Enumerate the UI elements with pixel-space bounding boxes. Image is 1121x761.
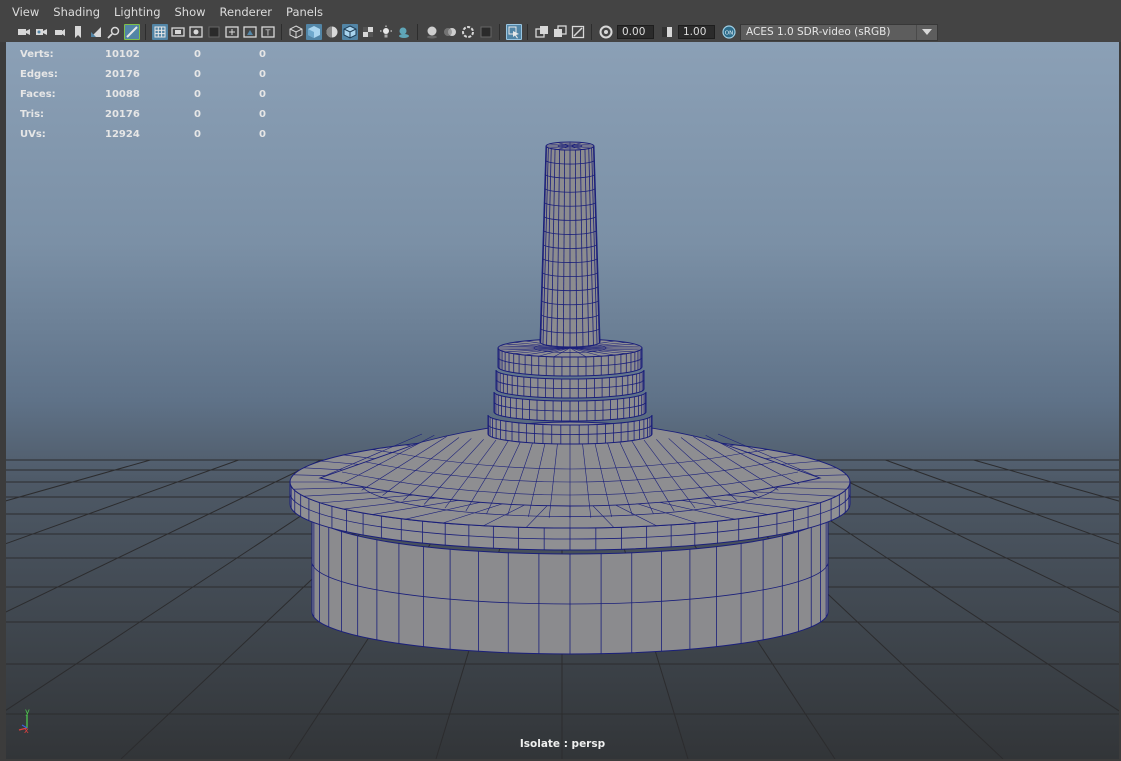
camera-lock-icon[interactable] bbox=[52, 24, 68, 40]
view-axis-icon: y x bbox=[18, 707, 30, 735]
menu-panels[interactable]: Panels bbox=[280, 5, 331, 19]
hud-value: 0 bbox=[194, 128, 201, 140]
chevron-down-icon bbox=[916, 24, 937, 40]
default-material-icon[interactable] bbox=[324, 24, 340, 40]
gate-mask-icon[interactable] bbox=[206, 24, 222, 40]
camera-attributes-icon[interactable] bbox=[34, 24, 50, 40]
anti-aliasing-icon[interactable] bbox=[460, 24, 476, 40]
mesh-model[interactable] bbox=[289, 141, 851, 655]
3d-viewport[interactable]: Verts: 10102 0 0 Edges: 20176 0 0 Faces:… bbox=[6, 42, 1119, 759]
safe-title-icon[interactable]: T bbox=[260, 24, 276, 40]
color-space-value: ACES 1.0 SDR-video (sRGB) bbox=[746, 26, 891, 38]
exposure-field[interactable]: 0.00 bbox=[617, 25, 654, 39]
resolution-gate-icon[interactable] bbox=[188, 24, 204, 40]
smooth-shade-icon[interactable] bbox=[306, 24, 322, 40]
hud-value: 0 bbox=[259, 68, 266, 80]
hud-value: 0 bbox=[259, 128, 266, 140]
grease-pencil-icon[interactable] bbox=[124, 24, 140, 40]
film-gate-icon[interactable] bbox=[170, 24, 186, 40]
hud-value: 0 bbox=[194, 88, 201, 100]
toolbar-separator bbox=[499, 24, 500, 40]
wireframe-on-shaded-icon[interactable] bbox=[342, 24, 358, 40]
hud-value: 0 bbox=[259, 88, 266, 100]
bookmark-icon[interactable] bbox=[70, 24, 86, 40]
image-plane-icon[interactable] bbox=[88, 24, 104, 40]
svg-text:T: T bbox=[265, 29, 271, 38]
gamma-field[interactable]: 1.00 bbox=[678, 25, 715, 39]
viewport-menu-bar: View Shading Lighting Show Renderer Pane… bbox=[0, 0, 1121, 24]
hud-value: 0 bbox=[259, 48, 266, 60]
grid-icon[interactable] bbox=[152, 24, 168, 40]
hud-label: Edges: bbox=[20, 68, 58, 80]
use-all-lights-icon[interactable] bbox=[378, 24, 394, 40]
menu-shading[interactable]: Shading bbox=[47, 5, 108, 19]
screen-space-ao-icon[interactable] bbox=[424, 24, 440, 40]
toolbar-separator bbox=[281, 24, 282, 40]
camera-select-icon[interactable] bbox=[16, 24, 32, 40]
toolbar-separator bbox=[417, 24, 418, 40]
hud-value: 10088 bbox=[105, 88, 140, 100]
toolbar-separator bbox=[591, 24, 592, 40]
view-transform-icon[interactable]: ON bbox=[721, 24, 737, 40]
hud-value: 20176 bbox=[105, 68, 140, 80]
axis-y-label: y bbox=[25, 707, 30, 716]
svg-text:ON: ON bbox=[725, 30, 733, 36]
viewport-scene bbox=[6, 141, 1119, 759]
hud-value: 0 bbox=[194, 108, 201, 120]
textured-icon[interactable] bbox=[360, 24, 376, 40]
xray-joints-icon[interactable] bbox=[570, 24, 586, 40]
hud-label: Faces: bbox=[20, 88, 56, 100]
xray-icon[interactable] bbox=[534, 24, 550, 40]
color-space-dropdown[interactable]: ACES 1.0 SDR-video (sRGB) bbox=[740, 23, 938, 41]
hud-label: Verts: bbox=[20, 48, 54, 60]
hud-value: 20176 bbox=[105, 108, 140, 120]
safe-action-icon[interactable] bbox=[242, 24, 258, 40]
isolate-select-icon[interactable] bbox=[506, 24, 522, 40]
menu-renderer[interactable]: Renderer bbox=[214, 5, 281, 19]
field-chart-icon[interactable] bbox=[224, 24, 240, 40]
toolbar-separator bbox=[527, 24, 528, 40]
hud-value: 0 bbox=[194, 68, 201, 80]
hud-value: 12924 bbox=[105, 128, 140, 140]
toolbar-separator bbox=[145, 24, 146, 40]
hud-value: 0 bbox=[194, 48, 201, 60]
depth-of-field-icon[interactable] bbox=[478, 24, 494, 40]
hud-label: UVs: bbox=[20, 128, 46, 140]
menu-lighting[interactable]: Lighting bbox=[108, 5, 168, 19]
shadows-icon[interactable] bbox=[396, 24, 412, 40]
xray-active-components-icon[interactable] bbox=[552, 24, 568, 40]
gamma-icon[interactable] bbox=[659, 24, 675, 40]
hud-label: Tris: bbox=[20, 108, 45, 120]
wireframe-icon[interactable] bbox=[288, 24, 304, 40]
hud-value: 0 bbox=[259, 108, 266, 120]
axis-x-label: x bbox=[24, 726, 29, 735]
menu-view[interactable]: View bbox=[0, 5, 47, 19]
exposure-icon[interactable] bbox=[598, 24, 614, 40]
hud-value: 10102 bbox=[105, 48, 140, 60]
panel-toolbar: T 0.00 1.00 ON ACES 1.0 SDR-video (sRGB) bbox=[0, 22, 1121, 42]
camera-name-label: Isolate : persp bbox=[519, 738, 606, 750]
motion-blur-icon[interactable] bbox=[442, 24, 458, 40]
menu-show[interactable]: Show bbox=[169, 5, 214, 19]
2d-pan-zoom-icon[interactable] bbox=[106, 24, 122, 40]
